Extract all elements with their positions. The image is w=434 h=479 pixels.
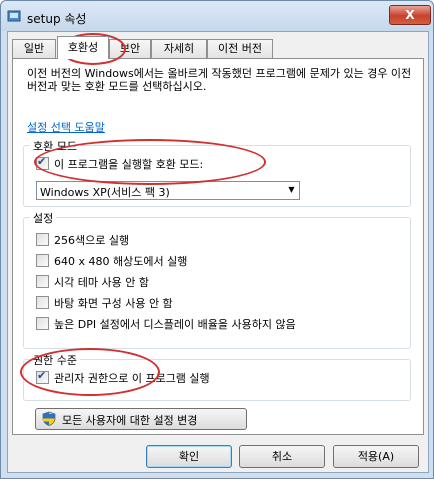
compat-mode-checkbox-label: 이 프로그램을 실행할 호환 모드: — [54, 158, 204, 171]
tab-compatibility[interactable]: 호환성 — [57, 36, 109, 59]
setting-640x480-checkbox[interactable] — [36, 254, 49, 267]
ok-button[interactable]: 확인 — [146, 445, 232, 468]
change-settings-all-users-label: 모든 사용자에 대한 설정 변경 — [62, 414, 198, 427]
setting-desktop-composition-label: 바탕 화면 구성 사용 안 함 — [54, 297, 173, 310]
title-bar[interactable]: setup 속성 X — [1, 1, 433, 31]
setting-visual-themes-checkbox[interactable] — [36, 275, 49, 288]
setting-high-dpi-checkbox[interactable] — [36, 317, 49, 330]
setting-visual-themes-label: 시각 테마 사용 안 함 — [54, 276, 149, 289]
compat-os-select-value: Windows XP(서비스 팩 3) — [40, 186, 170, 199]
privilege-group-label: 권한 수준 — [30, 352, 80, 368]
settings-group-label: 설정 — [30, 210, 57, 226]
tab-general[interactable]: 일반 — [12, 39, 56, 58]
setting-high-dpi-label: 높은 DPI 설정에서 디스플레이 배율을 사용하지 않음 — [54, 318, 296, 331]
setting-256-colors-label: 256색으로 실행 — [54, 234, 130, 247]
compat-mode-checkbox[interactable] — [36, 155, 49, 170]
compat-os-select[interactable]: Windows XP(서비스 팩 3) ▼ — [36, 181, 300, 200]
run-as-admin-label: 관리자 권한으로 이 프로그램 실행 — [54, 372, 210, 385]
apply-button[interactable]: 적용(A) — [333, 445, 419, 468]
window-title: setup 속성 — [27, 12, 87, 26]
setting-256-colors-checkbox[interactable] — [36, 233, 49, 246]
setup-app-icon — [7, 10, 21, 22]
properties-window: setup 속성 X 일반 호환성 보안 자세히 이전 버전 이전 버전의 Wi… — [0, 0, 434, 479]
compat-mode-group-label: 호환 모드 — [30, 138, 80, 154]
help-link[interactable]: 설정 선택 도움말 — [27, 119, 105, 135]
setting-desktop-composition-checkbox[interactable] — [36, 296, 49, 309]
cancel-button[interactable]: 취소 — [239, 445, 325, 468]
dialog-client-area: 일반 호환성 보안 자세히 이전 버전 이전 버전의 Windows에서는 올바… — [7, 31, 429, 473]
close-icon: X — [405, 8, 415, 22]
change-settings-all-users-button[interactable]: 모든 사용자에 대한 설정 변경 — [35, 408, 247, 430]
uac-shield-icon — [42, 411, 56, 426]
compat-mode-group: 호환 모드 이 프로그램을 실행할 호환 모드: Windows XP(서비스 … — [23, 138, 411, 207]
tab-previous-versions[interactable]: 이전 버전 — [207, 39, 273, 58]
chevron-down-icon[interactable]: ▼ — [285, 183, 298, 196]
settings-group: 설정 256색으로 실행 640 x 480 해상도에서 실행 시각 테마 사용… — [23, 210, 411, 349]
run-as-admin-checkbox[interactable] — [36, 369, 49, 384]
description-text: 이전 버전의 Windows에서는 올바르게 작동했던 프로그램에 문제가 있는… — [27, 67, 412, 93]
privilege-group: 권한 수준 관리자 권한으로 이 프로그램 실행 — [23, 352, 411, 401]
setting-640x480-label: 640 x 480 해상도에서 실행 — [54, 255, 188, 268]
close-button[interactable]: X — [389, 5, 431, 25]
tab-details[interactable]: 자세히 — [151, 39, 207, 58]
tab-security[interactable]: 보안 — [109, 39, 151, 58]
compatibility-tab-panel: 이전 버전의 Windows에서는 올바르게 작동했던 프로그램에 문제가 있는… — [12, 58, 424, 435]
